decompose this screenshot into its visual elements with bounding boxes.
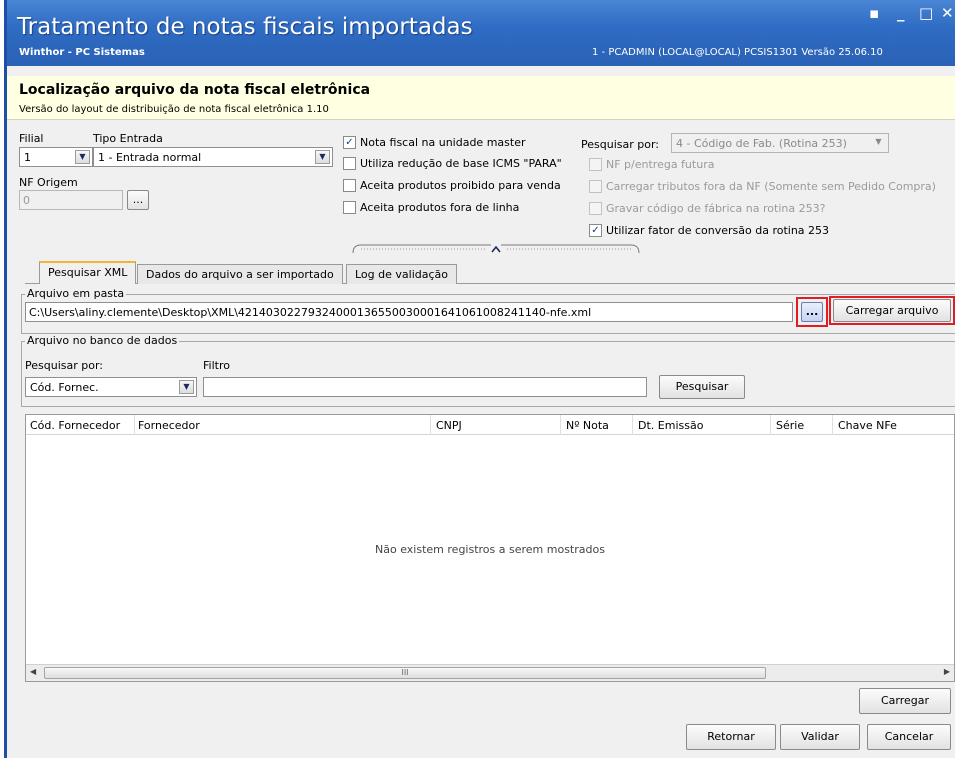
page-subtitle: Versão do layout de distribuição de nota…: [19, 104, 329, 115]
filial-label: Filial: [19, 132, 44, 145]
chevron-down-icon[interactable]: ▼: [315, 150, 330, 164]
checkbox-icon[interactable]: ✓: [343, 136, 356, 149]
col-dt-emissao[interactable]: Dt. Emissão: [638, 419, 703, 432]
main-window: Tratamento de notas fiscais importadas W…: [4, 0, 955, 758]
carregar-highlight: [829, 296, 955, 325]
scrollbar-thumb[interactable]: III: [44, 667, 766, 679]
check-proibido-venda[interactable]: Aceita produtos proibido para venda: [343, 179, 561, 192]
page-title: Localização arquivo da nota fiscal eletr…: [19, 82, 371, 98]
validar-button[interactable]: Validar: [780, 724, 860, 750]
check-nf-entrega-futura[interactable]: NF p/entrega futura: [589, 158, 714, 171]
session-info: 1 - PCADMIN (LOCAL@LOCAL) PCSIS1301 Vers…: [592, 47, 883, 58]
col-chave-nfe[interactable]: Chave NFe: [838, 419, 897, 432]
col-fornecedor[interactable]: Fornecedor: [138, 419, 200, 432]
pesquisar-por-select[interactable]: 4 - Código de Fab. (Rotina 253) ▼: [671, 133, 889, 153]
checkbox-icon[interactable]: [343, 201, 356, 214]
arquivo-banco-group: [21, 341, 955, 407]
check-fora-linha[interactable]: Aceita produtos fora de linha: [343, 201, 519, 214]
check-fator-conversao[interactable]: ✓ Utilizar fator de conversão da rotina …: [589, 224, 829, 237]
retornar-button[interactable]: Retornar: [686, 724, 776, 750]
filtro-input[interactable]: [203, 377, 647, 397]
tab-pesquisar-xml[interactable]: Pesquisar XML: [39, 261, 137, 284]
filial-value: 1: [24, 151, 31, 164]
pesquisar-button[interactable]: Pesquisar: [659, 375, 745, 399]
tab-log-validacao[interactable]: Log de validação: [346, 264, 457, 284]
scroll-grip-icon: III: [401, 668, 409, 677]
banco-pesquisar-por-label: Pesquisar por:: [25, 359, 103, 372]
close-button[interactable]: ✕: [941, 4, 954, 22]
scroll-right-icon[interactable]: ▶: [944, 667, 950, 676]
banco-pesquisar-por-select[interactable]: Cód. Fornec. ▼: [25, 377, 197, 397]
chevron-down-icon[interactable]: ▼: [871, 136, 886, 150]
window-subtitle: Winthor - PC Sistemas: [19, 47, 145, 58]
browse-highlight: [796, 297, 828, 327]
check-carregar-tributos[interactable]: Carregar tributos fora da NF (Somente se…: [589, 180, 936, 193]
checkbox-icon[interactable]: [343, 179, 356, 192]
grid-empty-message: Não existem registros a serem mostrados: [375, 543, 605, 556]
col-cod-fornecedor[interactable]: Cód. Fornecedor: [30, 419, 120, 432]
horizontal-scrollbar[interactable]: ◀ III ▶: [26, 664, 954, 681]
cancelar-button[interactable]: Cancelar: [867, 724, 951, 750]
chevron-up-icon: [491, 245, 501, 253]
nf-origem-browse-button[interactable]: ...: [127, 190, 149, 210]
check-nota-master[interactable]: ✓ Nota fiscal na unidade master: [343, 136, 525, 149]
tipo-entrada-select[interactable]: 1 - Entrada normal ▼: [93, 147, 333, 167]
col-cnpj[interactable]: CNPJ: [436, 419, 462, 432]
checkbox-icon[interactable]: ✓: [589, 224, 602, 237]
checkbox-icon[interactable]: [343, 157, 356, 170]
minimize-button[interactable]: _: [897, 4, 905, 22]
maximize-button[interactable]: □: [919, 4, 933, 22]
carregar-button[interactable]: Carregar: [859, 688, 951, 714]
col-serie[interactable]: Série: [776, 419, 804, 432]
pesquisar-por-label: Pesquisar por:: [581, 138, 659, 151]
arquivo-pasta-legend: Arquivo em pasta: [25, 287, 127, 300]
filtro-label: Filtro: [203, 359, 230, 372]
page-header: Localização arquivo da nota fiscal eletr…: [7, 76, 955, 120]
arquivo-banco-legend: Arquivo no banco de dados: [25, 334, 180, 347]
nf-origem-input[interactable]: 0: [19, 190, 123, 210]
pesquisar-por-value: 4 - Código de Fab. (Rotina 253): [676, 137, 847, 150]
tipo-entrada-value: 1 - Entrada normal: [98, 151, 202, 164]
arquivo-path-input[interactable]: C:\Users\aliny.clemente\Desktop\XML\4214…: [25, 302, 793, 322]
checkbox-icon[interactable]: [589, 202, 602, 215]
panel-collapse-handle[interactable]: [351, 243, 641, 255]
chevron-down-icon[interactable]: ▼: [75, 150, 90, 164]
scroll-left-icon[interactable]: ◀: [30, 667, 36, 676]
restore-icon[interactable]: ▪: [869, 4, 879, 22]
banco-pesquisar-por-value: Cód. Fornec.: [30, 381, 99, 394]
checkbox-icon[interactable]: [589, 180, 602, 193]
col-numero-nota[interactable]: Nº Nota: [566, 419, 609, 432]
grid-header: Cód. Fornecedor Fornecedor CNPJ Nº Nota …: [26, 415, 954, 435]
tab-dados-arquivo[interactable]: Dados do arquivo a ser importado: [137, 264, 343, 284]
check-reducao-icms[interactable]: Utiliza redução de base ICMS "PARA": [343, 157, 562, 170]
window-title: Tratamento de notas fiscais importadas: [17, 14, 473, 40]
nfe-grid[interactable]: Cód. Fornecedor Fornecedor CNPJ Nº Nota …: [25, 414, 955, 682]
checkbox-icon[interactable]: [589, 158, 602, 171]
title-bar: Tratamento de notas fiscais importadas W…: [7, 0, 955, 66]
nf-origem-label: NF Origem: [19, 176, 78, 189]
filial-select[interactable]: 1 ▼: [19, 147, 93, 167]
chevron-down-icon[interactable]: ▼: [179, 380, 194, 394]
tipo-entrada-label: Tipo Entrada: [93, 132, 163, 145]
check-gravar-codigo[interactable]: Gravar código de fábrica na rotina 253?: [589, 202, 825, 215]
